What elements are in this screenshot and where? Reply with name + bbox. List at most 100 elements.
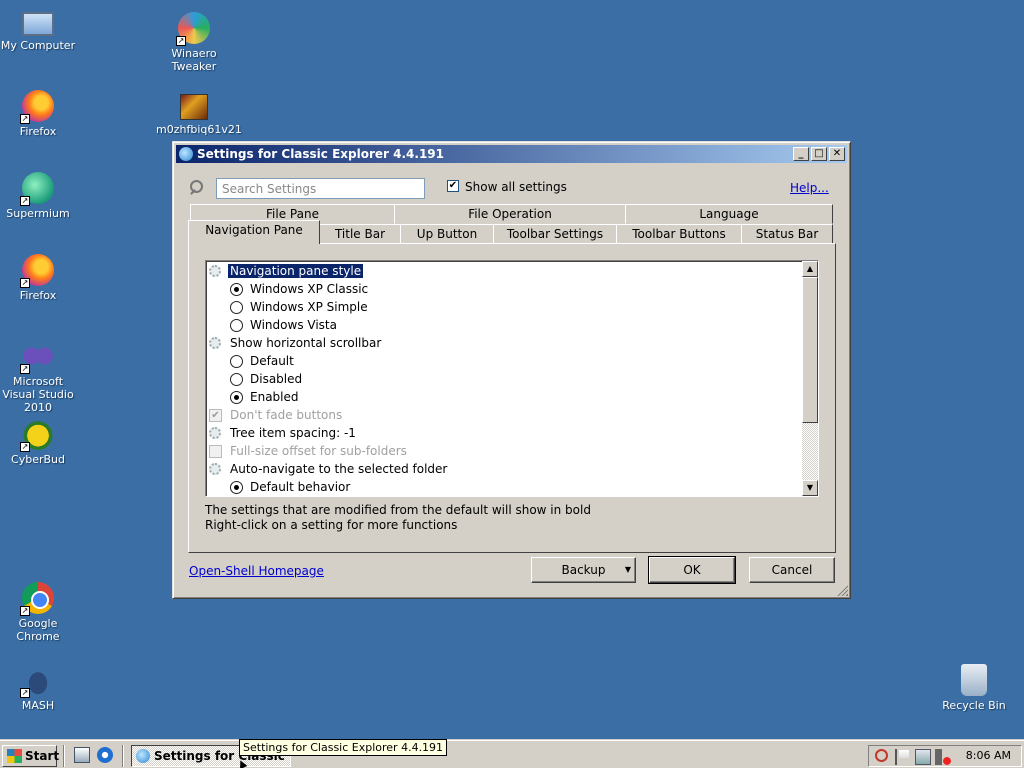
search-icon[interactable] [875,749,888,762]
search-input[interactable] [216,178,425,199]
show-all-settings-checkbox[interactable]: ✔ [447,180,459,192]
backup-button[interactable]: Backup ▼ [531,557,636,583]
classic-explorer-icon [179,147,193,161]
scroll-up-arrow-icon[interactable]: ▲ [802,261,818,277]
desktop-icon-label: Microsoft Visual Studio 2010 [2,375,74,414]
radio-button[interactable] [230,301,243,314]
setting-label: Windows Vista [250,318,337,332]
setting-gear-icon [209,463,221,475]
volume-muted-icon[interactable] [935,749,951,765]
open-shell-homepage-link[interactable]: Open-Shell Homepage [189,564,324,578]
desktop-icon-label: Recycle Bin [942,699,1006,712]
desktop-icon-label: m0zhfbiq61v21 [156,123,242,136]
computer-icon [22,12,54,36]
desktop-icon-recycle-bin[interactable]: Recycle Bin [936,664,1012,712]
search-icon [189,180,203,194]
desktop-icon-label: Winaero Tweaker [171,47,217,73]
backup-label: Backup [561,563,606,577]
flag-icon[interactable] [895,749,911,765]
radio-button[interactable] [230,283,243,296]
desktop-icon-visual-studio[interactable]: ↗ Microsoft Visual Studio 2010 [0,340,76,414]
network-icon[interactable] [915,749,931,765]
hint-right-click: Right-click on a setting for more functi… [205,518,458,532]
radio-button[interactable] [230,319,243,332]
mash-icon: ↗ [20,664,54,698]
tab-title-bar[interactable]: Title Bar [319,224,401,244]
desktop-icon-label: Firefox [19,289,57,302]
radio-button[interactable] [230,391,243,404]
maximize-button[interactable]: □ [811,147,827,161]
setting-label: Windows XP Simple [250,300,368,314]
resize-grip-icon[interactable] [836,584,848,596]
settings-window: Settings for Classic Explorer 4.4.191 _ … [172,141,851,599]
desktop-icon-my-computer[interactable]: My Computer [0,8,76,52]
show-all-settings-label[interactable]: Show all settings [465,180,567,194]
supermium-icon: ↗ [20,172,54,206]
desktop-icon-label: My Computer [0,39,76,52]
disabled-checkbox[interactable]: ✔ [209,409,222,422]
taskbar: Start Settings for Classic E... 8:06 AM [0,740,1024,768]
navigation-pane-panel: Navigation pane style Windows XP Classic… [188,243,836,553]
recycle-bin-icon [961,664,987,696]
tab-status-bar[interactable]: Status Bar [741,224,833,244]
desktop-icon-supermium[interactable]: ↗ Supermium [0,172,76,220]
setting-label: Don't fade buttons [230,408,343,422]
desktop-icon-label: Firefox [19,125,57,138]
setting-gear-icon [209,337,221,349]
setting-label: Auto-navigate to the selected folder [230,462,448,476]
tab-toolbar-settings[interactable]: Toolbar Settings [493,224,617,244]
quick-launch-ie-icon[interactable] [97,747,113,763]
desktop-icon-firefox-2[interactable]: ↗ Firefox [0,254,76,302]
setting-label: Disabled [250,372,303,386]
desktop-icon-winaero-tweaker[interactable]: ↗ Winaero Tweaker [156,12,232,73]
tab-up-button[interactable]: Up Button [400,224,494,244]
tab-file-operation[interactable]: File Operation [394,204,626,224]
tab-language[interactable]: Language [625,204,833,224]
chrome-icon: ↗ [20,582,54,616]
scroll-down-arrow-icon[interactable]: ▼ [802,480,818,496]
desktop-icon-firefox[interactable]: ↗ Firefox [0,90,76,138]
desktop-icon-mash[interactable]: ↗ MASH [0,664,76,712]
scroll-thumb[interactable] [802,277,818,423]
setting-label: Show horizontal scrollbar [230,336,382,350]
taskbar-tooltip: Settings for Classic Explorer 4.4.191 [239,739,448,756]
desktop-icon-label: Google Chrome [16,617,60,643]
desktop-icon-cyberbud[interactable]: ↗ CyberBud [0,418,76,466]
close-button[interactable]: ✕ [829,147,845,161]
quick-launch-editor-icon[interactable] [74,747,90,763]
taskbar-separator [122,745,124,767]
disabled-checkbox[interactable] [209,445,222,458]
taskbar-separator [63,745,65,767]
radio-button[interactable] [230,481,243,494]
setting-gear-icon [209,427,221,439]
setting-label: Windows XP Classic [250,282,369,296]
start-button[interactable]: Start [2,745,59,767]
desktop-icon-google-chrome[interactable]: ↗ Google Chrome [0,582,76,643]
windows-logo-icon [7,749,22,763]
radio-button[interactable] [230,355,243,368]
ok-button[interactable]: OK [648,556,736,584]
desktop-icon-image-file[interactable]: m0zhfbiq61v21 [156,94,242,136]
window-title: Settings for Classic Explorer 4.4.191 [197,147,444,161]
system-tray: 8:06 AM [868,745,1022,767]
settings-tree[interactable]: Navigation pane style Windows XP Classic… [205,260,819,497]
tab-navigation-pane[interactable]: Navigation Pane [188,220,320,244]
cancel-button[interactable]: Cancel [749,557,835,583]
radio-button[interactable] [230,373,243,386]
vertical-scrollbar[interactable]: ▲ ▼ [802,261,818,496]
help-link[interactable]: Help... [790,181,829,195]
dropdown-arrow-icon: ▼ [624,565,631,574]
firefox-icon: ↗ [20,90,54,124]
window-titlebar[interactable]: Settings for Classic Explorer 4.4.191 _ … [176,145,847,163]
desktop-icon-label: CyberBud [11,453,65,466]
setting-label: Default [250,354,294,368]
setting-label: Navigation pane style [228,264,364,278]
desktop-icon-label: Supermium [6,207,70,220]
minimize-button[interactable]: _ [793,147,809,161]
winaero-icon: ↗ [176,12,210,46]
taskbar-clock[interactable]: 8:06 AM [966,746,1011,766]
image-file-icon [180,94,208,120]
firefox-icon: ↗ [20,254,54,288]
tab-toolbar-buttons[interactable]: Toolbar Buttons [616,224,742,244]
setting-label: Default behavior [250,480,351,494]
